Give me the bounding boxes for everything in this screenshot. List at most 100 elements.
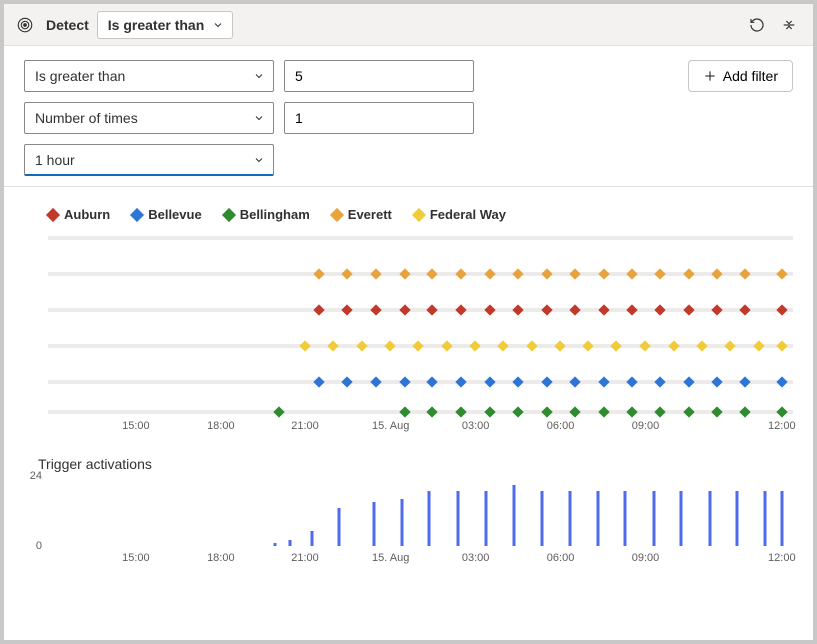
condition-select[interactable]: Is greater than (24, 60, 274, 92)
config-panel: Is greater than Add filter Number of tim… (4, 46, 813, 176)
bar (485, 491, 488, 546)
bar (311, 531, 314, 546)
bar (540, 491, 543, 546)
window-select-value: 1 hour (35, 152, 75, 168)
data-point (598, 304, 609, 315)
data-point (683, 376, 694, 387)
chevron-down-icon (253, 112, 265, 124)
x-tick-label: 21:00 (291, 552, 319, 564)
threshold-input[interactable] (284, 60, 474, 92)
y-tick-label: 0 (36, 540, 42, 552)
condition-button-label: Is greater than (108, 17, 204, 33)
data-point (611, 340, 622, 351)
data-point (582, 340, 593, 351)
bar (400, 499, 403, 546)
data-point (456, 268, 467, 279)
data-point (776, 340, 787, 351)
legend-label: Auburn (64, 207, 110, 222)
data-point (356, 340, 367, 351)
legend-item[interactable]: Everett (332, 207, 392, 222)
x-tick-label: 15. Aug (372, 420, 409, 432)
data-point (484, 268, 495, 279)
x-tick-label: 06:00 (547, 420, 575, 432)
legend-item[interactable]: Bellingham (224, 207, 310, 222)
chevron-down-icon (253, 154, 265, 166)
data-point (342, 268, 353, 279)
bar (428, 491, 431, 546)
legend-item[interactable]: Bellevue (132, 207, 201, 222)
bar (680, 491, 683, 546)
bar (512, 485, 515, 546)
data-point (598, 268, 609, 279)
data-point (456, 376, 467, 387)
x-tick-label: 15:00 (122, 420, 150, 432)
data-point (740, 304, 751, 315)
x-tick-label: 15:00 (122, 552, 150, 564)
bar (456, 491, 459, 546)
data-point (342, 304, 353, 315)
x-tick-label: 03:00 (462, 552, 490, 564)
chevron-down-icon (253, 70, 265, 82)
bar (763, 491, 766, 546)
diamond-icon (222, 207, 236, 221)
data-point (314, 376, 325, 387)
x-tick-label: 18:00 (207, 420, 235, 432)
condition-button[interactable]: Is greater than (97, 11, 233, 39)
data-point (526, 340, 537, 351)
data-point (314, 268, 325, 279)
plus-icon (703, 69, 717, 83)
bar (624, 491, 627, 546)
count-input[interactable] (284, 102, 474, 134)
data-point (711, 376, 722, 387)
data-point (512, 268, 523, 279)
condition-select-value: Is greater than (35, 68, 125, 84)
data-point (399, 304, 410, 315)
data-point (427, 268, 438, 279)
bar (736, 491, 739, 546)
add-filter-button[interactable]: Add filter (688, 60, 793, 92)
diamond-icon (330, 207, 344, 221)
data-point (370, 268, 381, 279)
data-point (370, 304, 381, 315)
data-point (399, 376, 410, 387)
bar (274, 543, 277, 546)
aggregation-select[interactable]: Number of times (24, 102, 274, 134)
x-tick-label: 06:00 (547, 552, 575, 564)
x-tick-label: 12:00 (768, 420, 796, 432)
x-tick-label: 12:00 (768, 552, 796, 564)
data-point (598, 407, 609, 418)
data-point (570, 407, 581, 418)
aggregation-select-value: Number of times (35, 110, 138, 126)
data-point (554, 340, 565, 351)
data-point (541, 304, 552, 315)
collapse-button[interactable] (775, 11, 803, 39)
x-tick-label: 21:00 (291, 420, 319, 432)
legend-item[interactable]: Federal Way (414, 207, 506, 222)
data-point (541, 407, 552, 418)
data-point (740, 376, 751, 387)
data-point (299, 340, 310, 351)
data-point (427, 304, 438, 315)
legend-item[interactable]: Auburn (48, 207, 110, 222)
data-point (512, 407, 523, 418)
data-point (456, 304, 467, 315)
data-point (273, 407, 284, 418)
window-select[interactable]: 1 hour (24, 144, 274, 176)
bar (289, 540, 292, 546)
x-tick-label: 15. Aug (372, 552, 409, 564)
data-point (626, 304, 637, 315)
data-point (740, 407, 751, 418)
data-point (776, 376, 787, 387)
data-point (655, 268, 666, 279)
data-point (512, 376, 523, 387)
data-point (740, 268, 751, 279)
data-point (711, 268, 722, 279)
data-point (753, 340, 764, 351)
data-point (626, 268, 637, 279)
diamond-icon (46, 207, 60, 221)
bar (596, 491, 599, 546)
bar (372, 502, 375, 546)
data-point (469, 340, 480, 351)
data-point (655, 376, 666, 387)
reset-button[interactable] (743, 11, 771, 39)
